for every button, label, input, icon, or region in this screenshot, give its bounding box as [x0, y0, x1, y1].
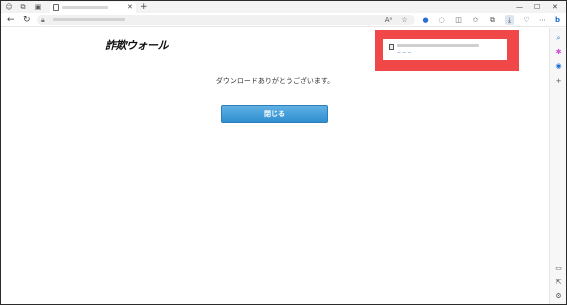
split-screen-icon[interactable]: ◫	[454, 15, 463, 25]
download-thanks-message: ダウンロードありがとうございます。	[215, 77, 335, 85]
tab-active[interactable]: ✕	[50, 2, 136, 13]
downloads-icon[interactable]: ⤓	[505, 15, 514, 25]
read-aloud-icon[interactable]: Aᵃ	[384, 15, 393, 25]
file-icon	[389, 44, 394, 50]
settings-gear-icon[interactable]: ⚙	[554, 292, 563, 301]
browser-window: ☺ ⧉ ▣ ✕ + — ☐ ✕ ← ↻ 🔒︎ Aᵃ ☆ ● ◌ ◫ ✩ ⧉ ⤓ …	[0, 0, 567, 305]
more-menu-icon[interactable]: ⋯	[538, 15, 547, 25]
new-tab-button[interactable]: +	[140, 2, 148, 12]
close-window-button[interactable]: ✕	[552, 2, 558, 12]
address-url-blurred	[53, 18, 125, 21]
download-item[interactable]: ー ー ー	[383, 39, 507, 60]
site-logo: 詐欺ウォール	[105, 39, 169, 52]
open-external-icon[interactable]: ⇱	[554, 278, 563, 287]
tab-title-blurred	[62, 6, 108, 9]
browser-toolbar: ← ↻ 🔒︎ Aᵃ ☆ ● ◌ ◫ ✩ ⧉ ⤓ ♡ ⋯ b	[1, 13, 566, 27]
collections-icon[interactable]: ⧉	[488, 15, 497, 25]
search-icon[interactable]: ⌕	[554, 34, 563, 43]
outlook-icon[interactable]: ◉	[554, 62, 563, 71]
edge-sidebar: ⌕ ✱ ◉ + ▭ ⇱ ⚙	[549, 28, 566, 304]
tab-strip: ☺ ⧉ ▣ ✕ + — ☐ ✕	[1, 1, 566, 13]
open-file-link[interactable]: ー ー ー	[397, 50, 412, 55]
tab-actions-icon[interactable]: ▣	[34, 3, 42, 11]
downloads-flyout-highlight: ー ー ー	[375, 30, 519, 71]
refresh-button[interactable]: ↻	[23, 14, 31, 26]
address-bar[interactable]: 🔒︎	[37, 15, 415, 25]
copilot-icon[interactable]: b	[553, 15, 562, 25]
copilot-sidebar-icon[interactable]: ✱	[554, 48, 563, 57]
page-favicon-icon	[53, 4, 59, 11]
extension-icon[interactable]: ◌	[437, 15, 446, 25]
minimize-button[interactable]: —	[516, 2, 523, 12]
back-button[interactable]: ←	[7, 14, 15, 26]
browser-essentials-icon[interactable]: ♡	[522, 15, 531, 25]
tab-close-icon[interactable]: ✕	[127, 3, 133, 12]
profile-icon[interactable]: ☺	[5, 3, 13, 11]
extension-icon[interactable]: ●	[421, 15, 430, 25]
workspaces-icon[interactable]: ⧉	[19, 3, 27, 11]
favorites-icon[interactable]: ✩	[471, 15, 480, 25]
maximize-button[interactable]: ☐	[534, 2, 540, 12]
lock-icon[interactable]: 🔒︎	[41, 16, 45, 24]
add-app-icon[interactable]: +	[554, 77, 563, 86]
download-filename-blurred	[397, 44, 479, 47]
sidebar-layout-icon[interactable]: ▭	[554, 264, 563, 273]
favorite-star-icon[interactable]: ☆	[400, 15, 409, 25]
close-button[interactable]: 閉じる	[221, 105, 328, 123]
